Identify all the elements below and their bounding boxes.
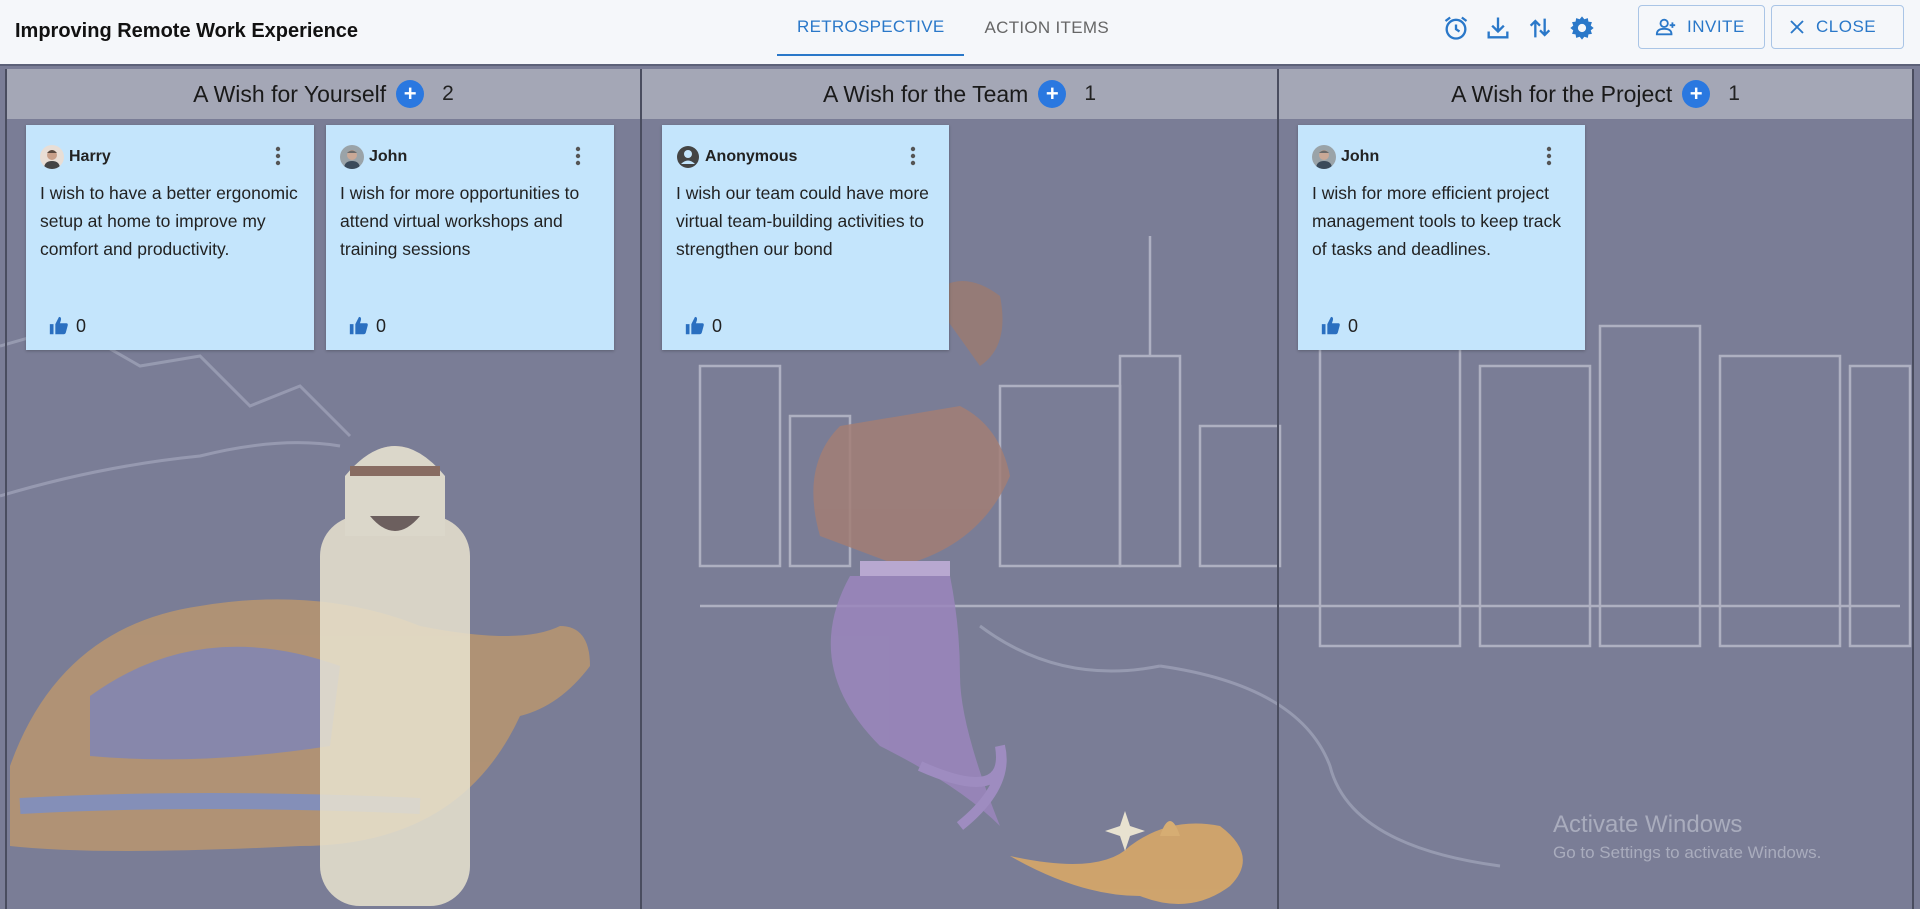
avatar <box>340 145 364 169</box>
card[interactable]: John I wish for more efficient project m… <box>1298 125 1585 350</box>
invite-label: INVITE <box>1687 17 1745 36</box>
activation-watermark: Activate Windows Go to Settings to activ… <box>1553 811 1821 863</box>
card-header: Anonymous <box>676 145 797 169</box>
card[interactable]: Harry I wish to have a better ergonomic … <box>26 125 314 350</box>
like-button[interactable]: 0 <box>48 315 86 337</box>
close-label: CLOSE <box>1816 17 1877 36</box>
top-bar: Improving Remote Work Experience RETROSP… <box>0 0 1920 66</box>
card-text: I wish for more opportunities to attend … <box>340 183 580 259</box>
more-options-icon[interactable] <box>268 145 288 167</box>
column-title: A Wish for the Project <box>1451 80 1673 107</box>
card-header: John <box>1312 145 1379 169</box>
tab-retrospective[interactable]: RETROSPECTIVE <box>777 0 965 56</box>
column-title: A Wish for Yourself <box>193 80 387 107</box>
gear-icon[interactable] <box>1566 12 1598 44</box>
anonymous-avatar-icon <box>676 145 700 169</box>
sort-icon[interactable] <box>1524 12 1556 44</box>
like-button[interactable]: 0 <box>1320 315 1358 337</box>
column-divider <box>1912 69 1914 909</box>
add-card-button[interactable]: + <box>396 80 425 108</box>
person-add-icon <box>1655 18 1676 36</box>
avatar <box>1312 145 1336 169</box>
card-author: John <box>1341 148 1380 165</box>
column-divider <box>5 69 7 909</box>
column-divider <box>640 69 642 909</box>
like-button[interactable]: 0 <box>684 315 722 337</box>
card-text: I wish to have a better ergonomic setup … <box>40 183 298 259</box>
add-card-button[interactable]: + <box>1038 80 1067 108</box>
invite-button[interactable]: INVITE <box>1638 5 1765 49</box>
card-header: Harry <box>40 145 111 169</box>
column-header-team: A Wish for the Team + 1 <box>642 69 1277 119</box>
more-options-icon[interactable] <box>903 145 923 167</box>
like-count: 0 <box>376 315 387 336</box>
more-options-icon[interactable] <box>568 145 588 167</box>
card[interactable]: John I wish for more opportunities to at… <box>326 125 614 350</box>
column-count: 1 <box>1728 82 1740 105</box>
card[interactable]: Anonymous I wish our team could have mor… <box>662 125 949 350</box>
watermark-subtitle: Go to Settings to activate Windows. <box>1553 843 1822 862</box>
column-title: A Wish for the Team <box>822 80 1029 107</box>
card-text: I wish for more efficient project manage… <box>1312 183 1562 259</box>
more-options-icon[interactable] <box>1539 145 1559 167</box>
column-count: 2 <box>442 82 454 105</box>
card-header: John <box>340 145 407 169</box>
download-icon[interactable] <box>1482 12 1514 44</box>
close-button[interactable]: CLOSE <box>1771 5 1904 49</box>
like-button[interactable]: 0 <box>348 315 386 337</box>
board-title: Improving Remote Work Experience <box>15 20 359 42</box>
tab-action-items[interactable]: ACTION ITEMS <box>964 0 1129 56</box>
tab-bar: RETROSPECTIVE ACTION ITEMS <box>777 0 1129 56</box>
add-card-button[interactable]: + <box>1682 80 1711 108</box>
thumbs-up-icon <box>1321 316 1340 335</box>
card-author: Harry <box>69 148 111 165</box>
card-author: John <box>369 148 408 165</box>
column-count: 1 <box>1084 82 1097 105</box>
thumbs-up-icon <box>685 316 704 335</box>
column-header-project: A Wish for the Project + 1 <box>1279 69 1912 119</box>
watermark-title: Activate Windows <box>1553 811 1743 838</box>
column-header-yourself: A Wish for Yourself + 2 <box>7 69 640 119</box>
card-author: Anonymous <box>705 148 798 165</box>
thumbs-up-icon <box>49 316 68 335</box>
like-count: 0 <box>712 315 723 336</box>
like-count: 0 <box>1348 315 1359 336</box>
avatar <box>40 145 64 169</box>
close-icon <box>1790 20 1804 34</box>
alarm-icon[interactable] <box>1440 12 1472 44</box>
toolbar-icons <box>1440 12 1598 44</box>
card-text: I wish our team could have more virtual … <box>676 183 929 259</box>
column-divider <box>1277 69 1279 909</box>
like-count: 0 <box>76 315 87 336</box>
thumbs-up-icon <box>349 316 368 335</box>
